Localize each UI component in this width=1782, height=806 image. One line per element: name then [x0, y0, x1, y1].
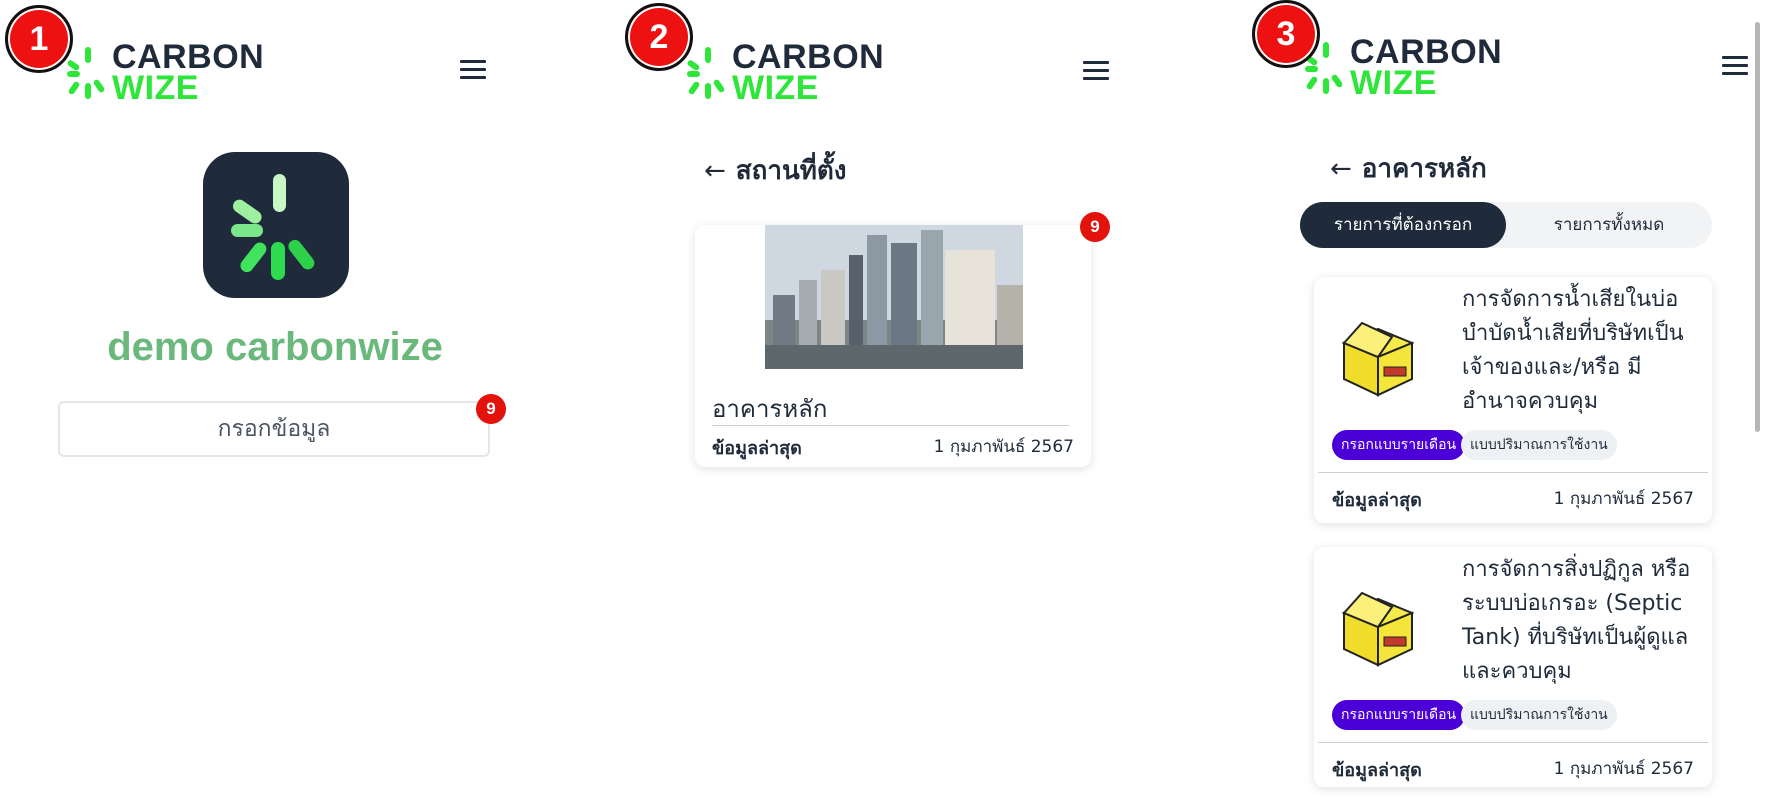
carbonwize-logo: CARBON WIZE: [686, 38, 885, 107]
latest-data-date: 1 กุมภาพันธ์ 2567: [1553, 489, 1694, 509]
tag-usage-type: แบบปริมาณการใช้งาน: [1461, 430, 1617, 460]
logo-text-wize: WIZE: [1350, 63, 1437, 102]
app-name: demo carbonwize: [107, 325, 443, 369]
logo-text-wize: WIZE: [112, 68, 199, 107]
carbonwize-logo: CARBON WIZE: [66, 38, 265, 107]
location-card[interactable]: 9 อาคารหลัก ข้อมูลล่าสุด 1 กุมภาพันธ์ 25…: [695, 212, 1110, 467]
item-title: การจัดการน้ำเสียในบ่อบำบัดน้ำเสียที่บริษ…: [1462, 287, 1684, 414]
logo-text-wize: WIZE: [732, 68, 819, 107]
tag-monthly: กรอกแบบรายเดือน: [1332, 430, 1466, 460]
latest-data-row: ข้อมูลล่าสุด 1 กุมภาพันธ์ 2567: [712, 433, 1074, 462]
page-title: สถานที่ตั้ง: [735, 156, 847, 186]
back-arrow-icon[interactable]: ←: [1330, 154, 1352, 184]
item-title: การจัดการสิ่งปฏิกูล หรือ ระบบบ่อเกรอะ (S…: [1462, 557, 1691, 684]
notification-badge: 9: [1080, 212, 1110, 242]
logo-text-carbon: CARBON: [1350, 33, 1503, 71]
tab-pending-items[interactable]: รายการที่ต้องกรอก: [1300, 202, 1506, 248]
box-icon: [1334, 581, 1422, 669]
tab-bar: รายการที่ต้องกรอก รายการทั้งหมด: [1300, 202, 1712, 248]
box-icon: [1334, 311, 1422, 399]
divider: [1318, 742, 1708, 743]
latest-data-row: ข้อมูลล่าสุด 1 กุมภาพันธ์ 2567: [1332, 755, 1694, 784]
tab-all-items[interactable]: รายการทั้งหมด: [1506, 202, 1712, 248]
latest-data-date: 1 กุมภาพันธ์ 2567: [933, 437, 1074, 457]
latest-data-row: ข้อมูลล่าสุด 1 กุมภาพันธ์ 2567: [1332, 485, 1694, 514]
page-title: อาคารหลัก: [1361, 154, 1487, 184]
carbonwize-logo: CARBON WIZE: [1304, 33, 1503, 102]
menu-icon[interactable]: [460, 60, 486, 80]
step-number-2: 2: [625, 3, 693, 71]
tag-usage-type: แบบปริมาณการใช้งาน: [1461, 700, 1617, 730]
carbonwize-app-icon: [231, 174, 315, 280]
back-arrow-icon[interactable]: ←: [704, 156, 726, 186]
scrollbar[interactable]: [1755, 22, 1760, 432]
location-name: อาคารหลัก: [712, 395, 828, 423]
latest-data-label: ข้อมูลล่าสุด: [1332, 760, 1422, 781]
logo-mark-icon: [67, 46, 105, 99]
step-number-1: 1: [5, 5, 73, 73]
screen-2: CARBON WIZE 2 ← สถานที่ตั้ง 9 อาคารหลัก …: [620, 0, 1180, 806]
back-to-locations[interactable]: ← สถานที่ตั้ง: [704, 150, 847, 191]
back-to-building[interactable]: ← อาคารหลัก: [1330, 148, 1487, 189]
divider: [1318, 472, 1708, 473]
menu-icon[interactable]: [1722, 56, 1748, 76]
app-icon: [203, 152, 349, 298]
fill-data-button[interactable]: กรอกข้อมูล: [58, 401, 490, 457]
screen-1: CARBON WIZE 1 demo carbonwize กรอกข้อมูล…: [0, 0, 560, 806]
building-photo: [765, 225, 1023, 369]
list-item[interactable]: การจัดการน้ำเสียในบ่อบำบัดน้ำเสียที่บริษ…: [1314, 277, 1712, 523]
screen-3: CARBON WIZE 3 ← อาคารหลัก รายการที่ต้องก…: [1240, 0, 1782, 806]
tag-monthly: กรอกแบบรายเดือน: [1332, 700, 1466, 730]
step-number-3: 3: [1252, 0, 1320, 68]
latest-data-label: ข้อมูลล่าสุด: [712, 438, 802, 459]
logo-text-carbon: CARBON: [112, 38, 265, 76]
latest-data-label: ข้อมูลล่าสุด: [1332, 490, 1422, 511]
logo-mark-icon: [687, 46, 725, 99]
menu-icon[interactable]: [1083, 61, 1109, 81]
logo-text-carbon: CARBON: [732, 38, 885, 76]
list-item[interactable]: การจัดการสิ่งปฏิกูล หรือ ระบบบ่อเกรอะ (S…: [1314, 547, 1712, 787]
divider: [712, 425, 1069, 426]
latest-data-date: 1 กุมภาพันธ์ 2567: [1553, 759, 1694, 779]
notification-badge: 9: [476, 394, 506, 424]
